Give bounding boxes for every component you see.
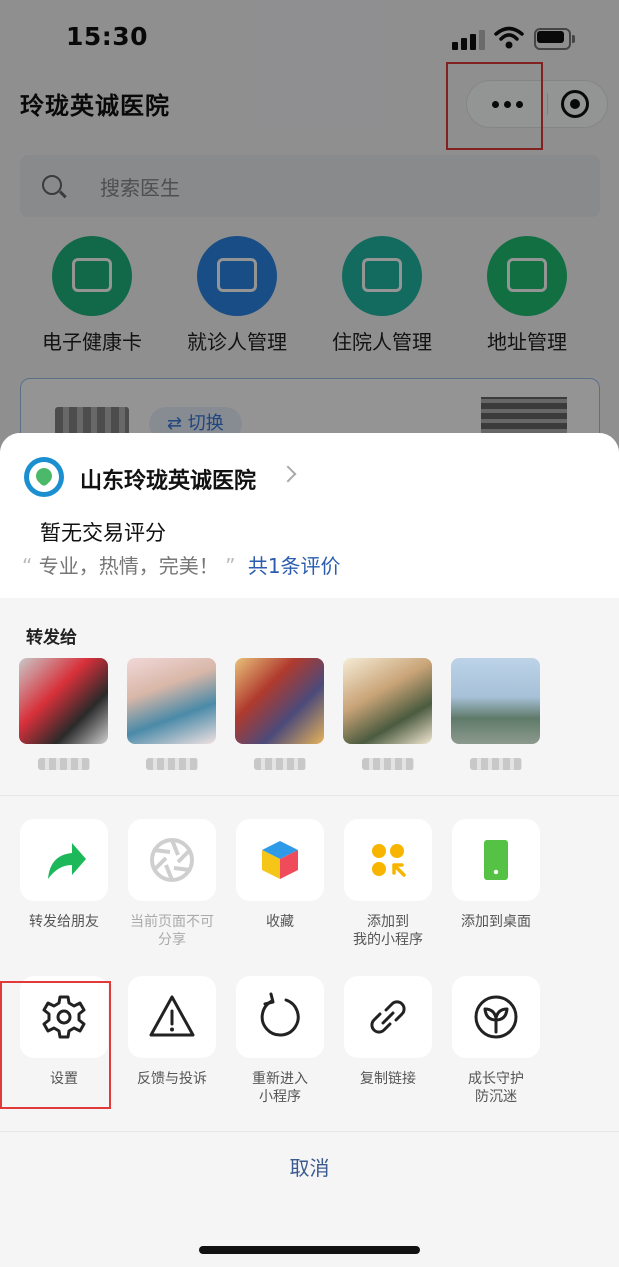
share-disabled-button: 当前页面不可 分享: [117, 819, 227, 949]
forward-arrow-icon: [48, 843, 86, 879]
favorite-button[interactable]: 收藏: [225, 819, 335, 931]
feedback-complaint-button[interactable]: 反馈与投诉: [117, 976, 227, 1088]
avatar: [451, 658, 540, 744]
add-to-my-mini-programs-button[interactable]: 添加到 我的小程序: [333, 819, 443, 949]
sprout-icon: [474, 995, 518, 1039]
hospital-logo: [24, 457, 64, 497]
recent-contact[interactable]: [19, 658, 109, 770]
highlight-box-settings: [0, 981, 111, 1109]
forward-to-friend-button[interactable]: 转发给朋友: [9, 819, 119, 931]
aperture-icon: [150, 838, 194, 882]
mini-program-icon: [372, 844, 406, 877]
review-count-link[interactable]: 共1条评价: [248, 554, 341, 578]
favorite-cube-icon: [262, 841, 298, 879]
contact-name-blurred: [254, 758, 306, 770]
warning-triangle-icon: [149, 995, 195, 1037]
action-label-line: 防沉迷: [475, 1089, 517, 1105]
avatar: [127, 658, 216, 744]
action-label: 复制链接: [360, 1071, 416, 1087]
home-indicator[interactable]: [199, 1246, 420, 1254]
link-icon: [370, 1000, 406, 1034]
rating-text: 暂无交易评分: [40, 521, 166, 545]
action-label: 添加到桌面: [461, 914, 531, 930]
copy-link-button[interactable]: 复制链接: [333, 976, 443, 1088]
action-sheet: 山东玲珑英诚医院 暂无交易评分 “ 专业，热情，完美！ ” 共1条评价 转发给: [0, 433, 619, 1267]
cancel-button[interactable]: 取消: [0, 1133, 619, 1203]
recent-contact[interactable]: [235, 658, 325, 770]
review-text: 专业，热情，完美！: [38, 554, 219, 578]
review-line: “ 专业，热情，完美！ ” 共1条评价: [22, 550, 341, 579]
add-to-desktop-icon: [484, 840, 508, 880]
refresh-icon: [260, 992, 300, 1037]
recent-contact[interactable]: [451, 658, 541, 770]
action-label: 收藏: [266, 914, 294, 930]
recent-contact[interactable]: [343, 658, 433, 770]
action-label-line: 小程序: [259, 1089, 301, 1105]
action-label-line: 重新进入: [252, 1071, 308, 1087]
sheet-header[interactable]: 山东玲珑英诚医院 暂无交易评分 “ 专业，热情，完美！ ” 共1条评价: [0, 433, 619, 598]
avatar: [235, 658, 324, 744]
contact-name-blurred: [146, 758, 198, 770]
avatar: [343, 658, 432, 744]
hospital-name: 山东玲珑英诚医院: [80, 469, 257, 494]
action-label-line: 添加到: [367, 914, 409, 930]
divider: [0, 1131, 619, 1132]
action-label-line: 当前页面不可: [130, 914, 214, 930]
action-label-line: 分享: [158, 932, 186, 948]
action-label-line: 我的小程序: [353, 932, 423, 948]
contact-name-blurred: [362, 758, 414, 770]
contact-name-blurred: [470, 758, 522, 770]
add-to-desktop-button[interactable]: 添加到桌面: [441, 819, 551, 931]
chevron-right-icon: [279, 465, 297, 483]
reenter-mini-program-button[interactable]: 重新进入 小程序: [225, 976, 335, 1106]
recent-contact[interactable]: [127, 658, 217, 770]
avatar: [19, 658, 108, 744]
action-label: 转发给朋友: [29, 914, 99, 930]
review-open-quote: “: [22, 554, 33, 578]
growth-guard-button[interactable]: 成长守护 防沉迷: [441, 976, 551, 1106]
contact-name-blurred: [38, 758, 90, 770]
share-to-label: 转发给: [26, 628, 77, 648]
divider: [0, 795, 619, 796]
review-close-quote: ”: [225, 554, 236, 578]
action-label: 反馈与投诉: [137, 1071, 207, 1087]
action-label-line: 成长守护: [468, 1071, 524, 1087]
